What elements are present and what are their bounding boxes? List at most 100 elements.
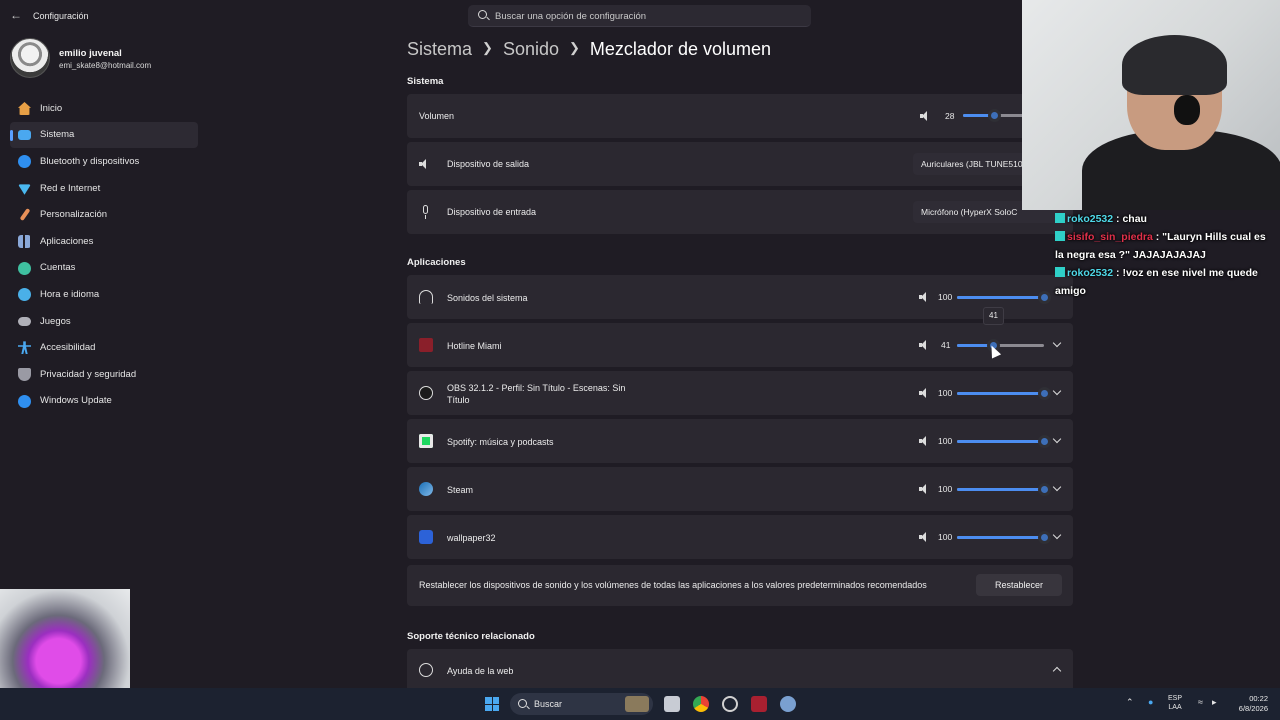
app-volume-slider[interactable] — [957, 387, 1051, 400]
hotline-miami-icon[interactable] — [751, 696, 767, 712]
webcam-overlay — [1022, 0, 1280, 210]
app-volume-row: Hotline Miami 41 — [407, 323, 1073, 367]
reset-card: Restablecer los dispositivos de sonido y… — [407, 565, 1073, 606]
app-name: OBS 32.1.2 - Perfil: Sin Título - Escena… — [447, 383, 626, 405]
speaker-icon[interactable] — [920, 111, 931, 121]
sidebar-item-label: Windows Update — [40, 395, 112, 407]
headset-icon — [1174, 95, 1200, 125]
speaker-icon[interactable] — [919, 484, 930, 494]
page-title: Mezclador de volumen — [589, 39, 771, 59]
system-volume-card: Volumen 28 — [407, 94, 1073, 138]
globe-clock-icon — [18, 288, 31, 302]
app-volume-row: wallpaper32 100 — [407, 515, 1073, 559]
chevron-down-icon[interactable] — [1052, 386, 1062, 396]
slider-thumb[interactable] — [1038, 435, 1051, 448]
sidebar-item-label: Inicio — [40, 102, 63, 114]
file-explorer-icon[interactable] — [664, 696, 680, 712]
back-arrow-icon[interactable]: ← — [10, 8, 22, 22]
home-icon — [18, 102, 31, 115]
section-heading-sistema: Sistema — [407, 76, 444, 87]
microphone-icon — [419, 205, 433, 219]
slider-thumb[interactable] — [987, 109, 1001, 122]
profile-name: emilio juvenal — [59, 48, 122, 59]
taskbar-clock[interactable]: 00:22 6/8/2026 — [1232, 694, 1268, 714]
app-volume-slider[interactable] — [957, 339, 1044, 352]
chrome-icon[interactable] — [693, 696, 709, 712]
hotline-miami-icon — [419, 338, 433, 352]
settings-search-input[interactable] — [495, 8, 795, 24]
sidebar-item-accesibilidad[interactable]: Accesibilidad — [10, 334, 198, 361]
speaker-icon[interactable] — [919, 340, 930, 350]
chevron-down-icon[interactable] — [1052, 434, 1062, 444]
slider-thumb[interactable] — [1038, 531, 1051, 544]
sidebar-item-inicio[interactable]: Inicio — [10, 95, 198, 122]
chevron-up-icon[interactable] — [1052, 666, 1062, 676]
microphone-icon[interactable]: ● — [1148, 698, 1153, 707]
spotify-icon — [419, 434, 433, 448]
search-icon — [478, 10, 487, 19]
sidebar-item-red[interactable]: Red e Internet — [10, 175, 198, 202]
search-highlight-icon[interactable] — [625, 696, 649, 712]
chevron-right-icon: ❯ — [482, 40, 493, 55]
chat-message: roko2532 : chau — [1055, 210, 1277, 228]
sidebar-item-privacidad[interactable]: Privacidad y seguridad — [10, 361, 198, 388]
speaker-icon[interactable] — [919, 532, 930, 542]
settings-gear-icon[interactable] — [780, 696, 796, 712]
sidebar-item-label: Aplicaciones — [40, 235, 94, 247]
reset-button[interactable]: Restablecer — [976, 574, 1062, 596]
sidebar-item-label: Privacidad y seguridad — [40, 368, 137, 380]
sidebar-item-cuentas[interactable]: Cuentas — [10, 255, 198, 282]
app-name: Hotline Miami — [447, 341, 502, 351]
profile-email: emi_skate8@hotmail.com — [59, 61, 152, 70]
steam-icon — [419, 482, 433, 496]
slider-thumb[interactable] — [1038, 291, 1051, 304]
slider-thumb[interactable] — [1038, 387, 1051, 400]
update-icon — [18, 394, 31, 408]
chevron-up-icon[interactable]: ⌃ — [1126, 698, 1134, 707]
sidebar-nav: Inicio Sistema Bluetooth y dispositivos … — [10, 95, 198, 414]
sidebar-item-label: Hora e idioma — [40, 288, 100, 300]
chevron-down-icon[interactable] — [1052, 530, 1062, 540]
sidebar-item-hora-idioma[interactable]: Hora e idioma — [10, 281, 198, 308]
slider-thumb[interactable] — [1038, 483, 1051, 496]
speaker-icon[interactable] — [919, 388, 930, 398]
volume-icon[interactable]: ▸ — [1212, 698, 1217, 707]
breadcrumb: Sistema ❯ Sonido ❯ Mezclador de volumen — [407, 39, 771, 60]
search-icon — [518, 699, 527, 708]
app-volume-slider[interactable] — [957, 291, 1051, 304]
app-volume-value: 41 — [941, 340, 951, 350]
breadcrumb-sonido[interactable]: Sonido — [503, 39, 559, 59]
sidebar-item-windows-update[interactable]: Windows Update — [10, 388, 198, 415]
web-help-card[interactable]: Ayuda de la web — [407, 649, 1073, 689]
app-volume-row: Steam 100 — [407, 467, 1073, 511]
settings-search-box[interactable] — [468, 5, 811, 27]
speaker-icon[interactable] — [919, 436, 930, 446]
sidebar-item-aplicaciones[interactable]: Aplicaciones — [10, 228, 198, 255]
app-name: Sonidos del sistema — [447, 293, 528, 303]
app-volume-value: 100 — [938, 532, 953, 542]
app-volume-slider[interactable] — [957, 531, 1051, 544]
chevron-down-icon[interactable] — [1052, 338, 1062, 348]
input-device-label: Dispositivo de entrada — [447, 207, 537, 217]
app-volume-slider[interactable] — [957, 483, 1051, 496]
app-volume-slider[interactable] — [957, 435, 1051, 448]
wifi-icon[interactable]: ≈ — [1198, 698, 1203, 707]
avatar[interactable] — [10, 38, 50, 78]
windows-start-icon[interactable] — [485, 697, 499, 711]
speaker-icon[interactable] — [919, 292, 930, 302]
gamepad-icon — [18, 316, 31, 326]
sidebar-item-sistema[interactable]: Sistema — [10, 121, 198, 149]
sidebar-item-label: Red e Internet — [40, 182, 101, 194]
breadcrumb-sistema[interactable]: Sistema — [407, 39, 472, 59]
chat-username: roko2532 — [1067, 213, 1114, 225]
sidebar-item-personalizacion[interactable]: Personalización — [10, 201, 198, 228]
language-code: ESP — [1168, 695, 1183, 702]
obs-icon[interactable] — [722, 696, 738, 712]
language-indicator[interactable]: ESP LAA — [1168, 694, 1182, 712]
section-heading-aplicaciones: Aplicaciones — [407, 257, 466, 268]
chevron-down-icon[interactable] — [1052, 482, 1062, 492]
sidebar-item-bluetooth[interactable]: Bluetooth y dispositivos — [10, 148, 198, 175]
sidebar-item-juegos[interactable]: Juegos — [10, 308, 198, 335]
slider-fill — [957, 440, 1044, 443]
sidebar-item-label: Sistema — [40, 129, 75, 141]
